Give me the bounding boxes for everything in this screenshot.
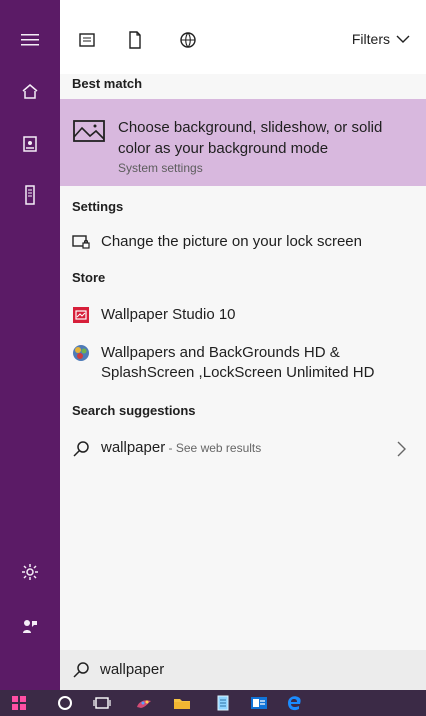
notepad-icon[interactable]	[214, 694, 232, 712]
apps-filter-icon[interactable]	[75, 28, 99, 52]
suggestion-text: wallpaper - See web results	[101, 439, 261, 456]
search-icon	[72, 440, 90, 458]
best-match-subtitle: System settings	[118, 161, 203, 175]
cortana-circle-icon[interactable]	[56, 694, 74, 712]
chevron-down-icon	[396, 31, 410, 47]
edge-browser-icon[interactable]	[285, 694, 303, 712]
web-search-suggestion[interactable]: wallpaper - See web results	[72, 437, 412, 461]
start-search-window: Filters Best match Choose background, sl…	[0, 0, 426, 716]
device-icon[interactable]	[18, 183, 42, 207]
taskbar	[0, 690, 426, 716]
paint-app-icon[interactable]	[135, 694, 153, 712]
search-results-panel: Filters Best match Choose background, sl…	[60, 0, 426, 690]
search-suggestions-heading: Search suggestions	[72, 403, 196, 418]
store-result-wallpaper-studio[interactable]: Wallpaper Studio 10	[72, 305, 412, 327]
filters-label: Filters	[351, 31, 390, 47]
settings-result-label: Change the picture on your lock screen	[101, 233, 362, 250]
suggestion-suffix: - See web results	[165, 441, 262, 455]
wallpapers-hd-app-icon	[72, 344, 90, 362]
settings-gear-icon[interactable]	[18, 560, 42, 584]
best-match-heading: Best match	[72, 76, 143, 91]
notebook-icon[interactable]	[18, 132, 42, 156]
documents-filter-icon[interactable]	[123, 28, 147, 52]
search-input[interactable]: wallpaper	[100, 661, 164, 678]
search-box[interactable]: wallpaper	[60, 650, 426, 690]
home-icon[interactable]	[18, 80, 42, 104]
settings-heading: Settings	[72, 199, 124, 214]
left-rail	[0, 0, 60, 690]
windows-start-icon[interactable]	[10, 694, 28, 712]
best-match-result[interactable]: Choose background, slideshow, or solid c…	[60, 99, 426, 186]
suggestion-query: wallpaper	[101, 439, 166, 456]
search-icon	[72, 661, 90, 679]
task-view-icon[interactable]	[93, 694, 111, 712]
store-result-wallpapers-hd[interactable]: Wallpapers and BackGrounds HD & SplashSc…	[72, 343, 412, 387]
file-explorer-icon[interactable]	[173, 694, 191, 712]
chevron-right-icon	[396, 437, 412, 461]
store-result-label: Wallpapers and BackGrounds HD & SplashSc…	[101, 344, 375, 381]
feedback-icon[interactable]	[18, 614, 42, 638]
filters-button[interactable]: Filters	[352, 31, 410, 47]
outlook-icon[interactable]	[250, 694, 268, 712]
settings-result-lock-screen[interactable]: Change the picture on your lock screen	[72, 232, 412, 254]
best-match-title: Choose background, slideshow, or solid c…	[118, 119, 383, 157]
top-filter-bar: Filters	[60, 0, 426, 74]
hamburger-menu-icon[interactable]	[18, 28, 42, 52]
lock-screen-icon	[72, 233, 90, 251]
store-result-label: Wallpaper Studio 10	[101, 306, 236, 323]
background-image-icon	[72, 117, 106, 145]
web-filter-icon[interactable]	[176, 28, 200, 52]
wallpaper-studio-app-icon	[72, 306, 90, 324]
store-heading: Store	[72, 270, 106, 285]
